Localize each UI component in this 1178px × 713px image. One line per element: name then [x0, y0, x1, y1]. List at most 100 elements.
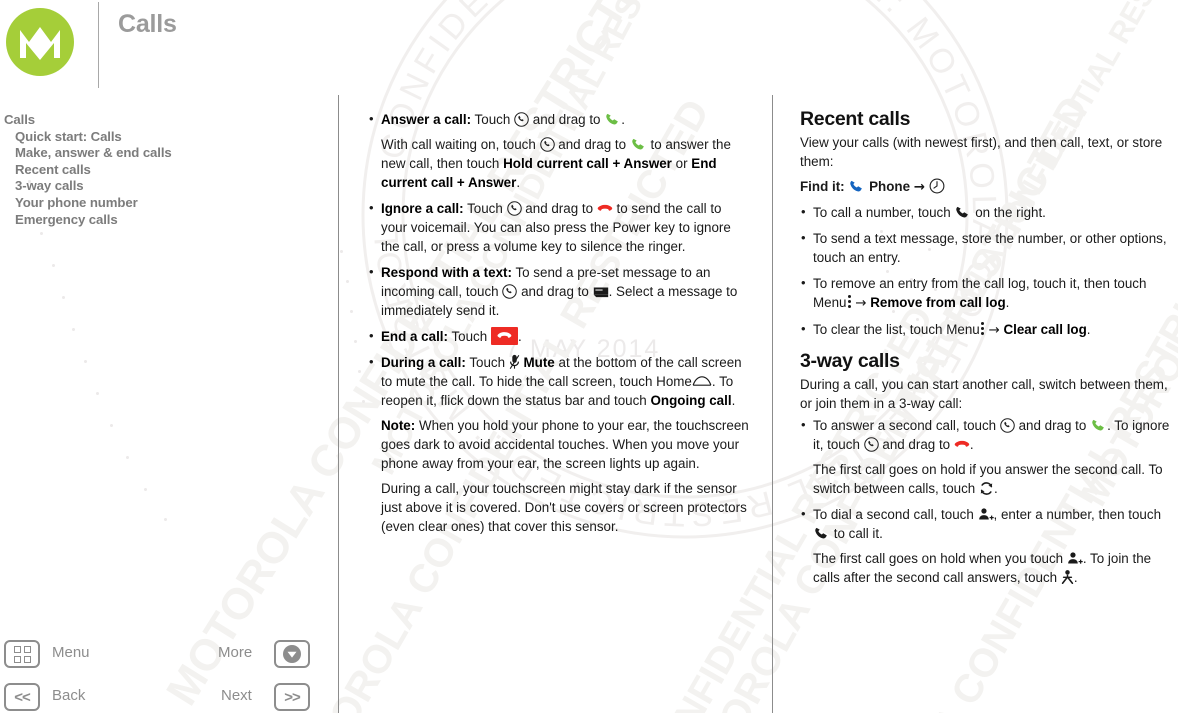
call-black-phone-icon: [954, 205, 971, 220]
answer-green-phone-icon: [1090, 418, 1107, 433]
toc-item-your-phone-number[interactable]: Your phone number: [4, 195, 304, 212]
term-end-a-call: End a call:: [381, 329, 448, 344]
note-label: Note:: [381, 418, 416, 433]
tw-join-1: The first call goes on hold when you tou…: [813, 551, 1064, 566]
sensor-note: During a call, your touchscreen might st…: [381, 479, 750, 536]
toc-item-3-way-calls[interactable]: 3-way calls: [4, 178, 304, 195]
add-person-icon: [1067, 551, 1083, 566]
toc-item-calls[interactable]: Calls: [4, 112, 304, 129]
logo-circle: [6, 8, 74, 76]
bullet-send-text-message: To send a text message, store the number…: [800, 228, 1178, 267]
respond-text-2: and drag to: [521, 284, 589, 299]
term-during-a-call: During a call:: [381, 355, 466, 370]
phone-circle-icon: [863, 437, 879, 452]
answer-sub-4: or: [675, 156, 688, 171]
toc-item-quick-start-calls[interactable]: Quick start: Calls: [4, 129, 304, 146]
remove-arrow: →: [855, 296, 867, 311]
phone-circle-icon: [1000, 418, 1015, 433]
header-divider: [98, 2, 99, 88]
batwing-icon: [20, 27, 60, 60]
ignore-text-1: Touch: [467, 201, 503, 216]
next-label[interactable]: Next: [221, 687, 252, 704]
more-label[interactable]: More: [218, 644, 252, 661]
manual-page: CONFIDENTIAL RESTRICTED :: MOTOROLA CONF…: [0, 0, 1178, 713]
tw-answer-4: and drag to: [882, 437, 951, 452]
back-label[interactable]: Back: [52, 687, 85, 704]
term-ignore-a-call: Ignore a call:: [381, 201, 464, 216]
clear-text-1: To clear the list, touch Menu: [813, 322, 980, 337]
mute-label: Mute: [523, 355, 555, 370]
menu-label[interactable]: Menu: [52, 644, 90, 661]
bottom-navigation: Menu More << Back Next >>: [0, 634, 338, 713]
answer-sub-1: With call waiting on, touch: [381, 137, 536, 152]
next-button[interactable]: >>: [274, 683, 310, 711]
overflow-menu-icon: [980, 321, 985, 336]
add-person-icon: [978, 507, 994, 522]
answer-green-phone-icon: [604, 112, 621, 127]
overflow-menu-icon: [847, 294, 852, 309]
phone-circle-icon: [539, 137, 555, 152]
end-text-2: .: [517, 329, 522, 344]
find-it-app-name: Phone: [869, 179, 911, 194]
bullet-respond-with-a-text: Respond with a text: To send a pre-set m…: [368, 262, 750, 320]
answer-sub-5: .: [516, 175, 521, 190]
swap-calls-icon: [979, 481, 994, 496]
tw-answer-1: To answer a second call, touch: [813, 418, 997, 433]
column-divider-right: [772, 95, 773, 713]
tw-answer-2: and drag to: [1018, 418, 1087, 433]
tw-join-3: .: [1073, 570, 1078, 585]
ongoing-call-label: Ongoing call: [650, 393, 732, 408]
toc-item-emergency-calls[interactable]: Emergency calls: [4, 212, 304, 229]
phone-circle-icon: [514, 112, 529, 127]
recent-calls-list: To call a number, touch on the right. To…: [800, 202, 1178, 340]
clear-text-2: .: [1086, 322, 1091, 337]
three-way-hold-note: The first call goes on hold if you answe…: [813, 460, 1178, 498]
during-call-note: Note: When you hold your phone to your e…: [381, 416, 750, 473]
call-text-1: To call a number, touch: [813, 205, 951, 220]
chevron-down-circle-icon: [283, 645, 301, 663]
find-it-arrow: →: [913, 180, 925, 195]
page-title: Calls: [118, 10, 177, 38]
motorola-logo: [6, 8, 74, 76]
phone-circle-icon: [506, 201, 522, 216]
phone-circle-icon: [502, 284, 518, 299]
ignore-text-2: and drag to: [525, 201, 594, 216]
make-answer-end-calls-list: Answer a call: Touch and drag to . With …: [368, 109, 750, 536]
bullet-end-a-call: End a call: Touch .: [368, 326, 750, 346]
toc-item-recent-calls[interactable]: Recent calls: [4, 162, 304, 179]
bullet-clear-call-log: To clear the list, touch Menu → Clear ca…: [800, 319, 1178, 340]
answer-call-waiting-note: With call waiting on, touch and drag to …: [381, 135, 750, 192]
end-call-red-icon: [954, 438, 970, 451]
during-text-1: Touch: [469, 355, 506, 370]
end-call-button-icon: [490, 327, 518, 345]
double-chevron-left-icon: <<: [14, 688, 31, 706]
merge-calls-icon: [1061, 569, 1074, 585]
toc-item-make-answer-end-calls[interactable]: Make, answer & end calls: [4, 145, 304, 162]
recent-calls-intro: View your calls (with newest first), and…: [800, 135, 1163, 169]
bullet-call-a-number: To call a number, touch on the right.: [800, 202, 1178, 222]
recent-calls-heading: Recent calls: [800, 108, 911, 130]
table-of-contents: Calls Quick start: Calls Make, answer & …: [4, 112, 304, 228]
hold-current-call-answer-label: Hold current call + Answer: [503, 156, 672, 171]
clear-call-log-label: Clear call log: [1003, 322, 1087, 337]
more-button[interactable]: [274, 640, 310, 668]
answer-sub-2: and drag to: [558, 137, 627, 152]
bullet-remove-from-call-log: To remove an entry from the call log, to…: [800, 273, 1178, 313]
bullet-answer-a-call: Answer a call: Touch and drag to . With …: [368, 109, 750, 192]
back-button[interactable]: <<: [4, 683, 40, 711]
note-text: When you hold your phone to your ear, th…: [381, 418, 749, 471]
bullet-dial-second-call: To dial a second call, touch , enter a n…: [800, 504, 1178, 587]
bullet-ignore-a-call: Ignore a call: Touch and drag to to send…: [368, 198, 750, 256]
column-divider-left: [338, 95, 339, 713]
answer-text-1: Touch: [474, 112, 511, 127]
remove-text-2: .: [1005, 295, 1010, 310]
answer-text-2: and drag to: [532, 112, 601, 127]
send-text-message-text: To send a text message, store the number…: [813, 231, 1167, 265]
end-call-red-icon: [597, 202, 613, 215]
mute-microphone-icon: [509, 354, 520, 370]
remove-from-call-log-label: Remove from call log: [870, 295, 1006, 310]
call-black-phone-icon: [813, 526, 830, 541]
menu-button[interactable]: [4, 640, 40, 668]
tw-dial-2: , enter a number, then touch: [993, 507, 1162, 522]
find-it-label: Find it:: [800, 179, 845, 194]
